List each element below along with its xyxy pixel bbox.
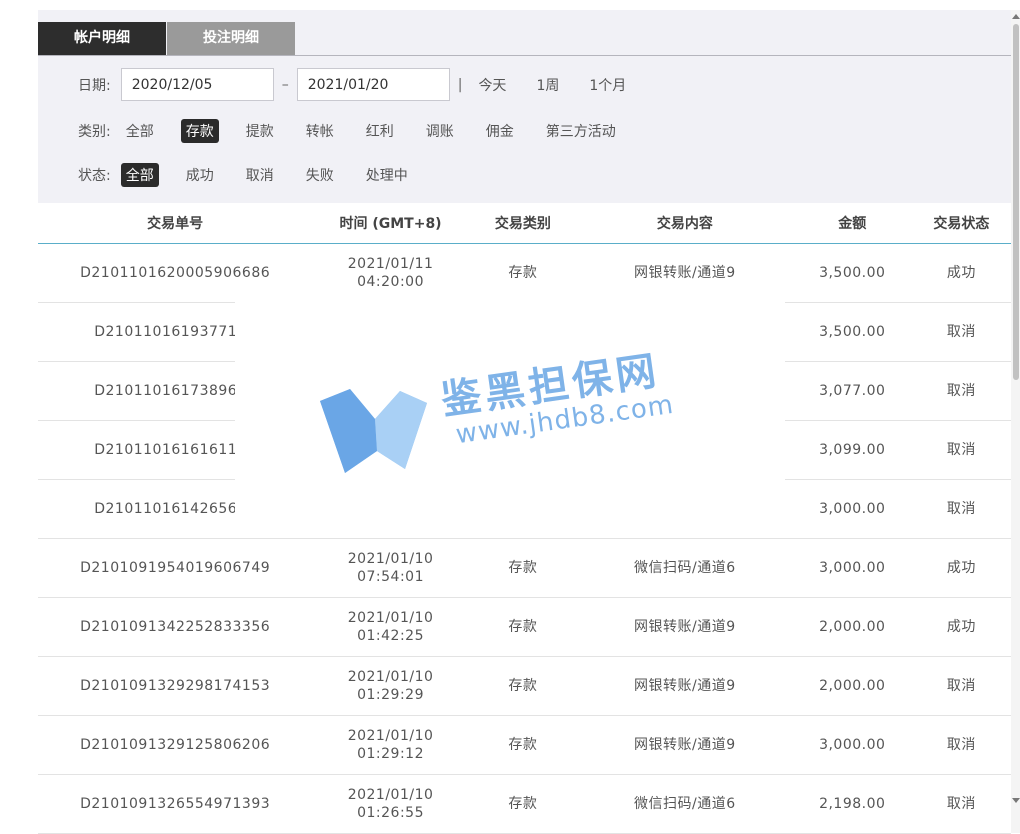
tx-status-cell: 成功 <box>911 597 1011 657</box>
table-row: D2101091342252833356 2021/01/10 01:42:25 … <box>38 597 1011 657</box>
table-row: D2101091329298174153 2021/01/10 01:29:29 … <box>38 656 1011 716</box>
tx-status-cell: 成功 <box>911 243 1011 303</box>
watermark-overlay: 鉴黑担保网 www.jhdb8.com <box>235 297 785 525</box>
scroll-up-arrow-icon[interactable] <box>1012 14 1020 19</box>
tx-status-cell: 取消 <box>911 302 1011 362</box>
tx-id-cell: D2101091954019606749 <box>38 538 313 598</box>
category-bonus[interactable]: 红利 <box>361 119 399 143</box>
tx-amount-cell: 2,000.00 <box>792 597 912 657</box>
tx-time-cell: 2021/01/10 01:29:29 <box>312 656 469 716</box>
table-row: D2101091954019606749 2021/01/10 07:54:01 … <box>38 538 1011 598</box>
tx-content-cell: 网银转账/通道9 <box>576 656 793 716</box>
tx-type-cell: 存款 <box>468 774 577 834</box>
category-adjust[interactable]: 调账 <box>421 119 459 143</box>
tx-amount-cell: 2,000.00 <box>792 656 912 716</box>
tx-amount-cell: 3,500.00 <box>792 243 912 303</box>
tab-bar: 帐户明细 投注明细 <box>38 22 295 55</box>
tx-type-cell: 存款 <box>468 656 577 716</box>
quick-range-month[interactable]: 1个月 <box>589 75 626 95</box>
tx-type-cell: 存款 <box>468 538 577 598</box>
filter-panel: 帐户明细 投注明细 日期: – | 今天 1周 1个月 类别: 全部 存款 提款… <box>38 10 1011 203</box>
tx-id-cell: D2101091326554971393 <box>38 774 313 834</box>
status-cancelled[interactable]: 取消 <box>241 163 279 187</box>
status-all[interactable]: 全部 <box>120 163 159 187</box>
category-filter-row: 类别: 全部 存款 提款 转帐 红利 调账 佣金 第三方活动 <box>78 119 643 143</box>
status-processing[interactable]: 处理中 <box>361 163 413 187</box>
header-time: 时间 (GMT+8) <box>312 203 469 244</box>
category-transfer[interactable]: 转帐 <box>301 119 339 143</box>
tx-type-cell: 存款 <box>468 597 577 657</box>
quick-range-separator: | <box>457 76 463 93</box>
tx-type-cell: 存款 <box>468 243 577 303</box>
date-filter-row: 日期: – | 今天 1周 1个月 <box>78 68 656 101</box>
tab-divider <box>38 55 1011 56</box>
category-withdraw[interactable]: 提款 <box>241 119 279 143</box>
scroll-down-arrow-icon[interactable] <box>1012 798 1020 803</box>
tx-id-cell: D2101101620005906686 <box>38 243 313 303</box>
tab-account-details[interactable]: 帐户明细 <box>38 22 166 55</box>
tx-status-cell: 取消 <box>911 420 1011 480</box>
tx-time-cell: 2021/01/11 04:20:00 <box>312 243 469 303</box>
category-deposit[interactable]: 存款 <box>180 119 219 143</box>
header-tx-type: 交易类别 <box>468 203 577 244</box>
tx-amount-cell: 3,000.00 <box>792 538 912 598</box>
quick-range-week[interactable]: 1周 <box>536 75 559 95</box>
watermark-logo-icon <box>320 389 427 473</box>
tx-amount-cell: 3,099.00 <box>792 420 912 480</box>
tx-id-cell: D2101091329125806206 <box>38 715 313 775</box>
date-range-dash: – <box>281 76 289 93</box>
tx-status-cell: 成功 <box>911 538 1011 598</box>
date-label: 日期: <box>78 77 111 94</box>
header-tx-status: 交易状态 <box>911 203 1011 244</box>
table-row: D2101091326554971393 2021/01/10 01:26:55 … <box>38 774 1011 834</box>
tx-time-cell: 2021/01/10 01:26:55 <box>312 774 469 834</box>
status-success[interactable]: 成功 <box>181 163 219 187</box>
tx-status-cell: 取消 <box>911 361 1011 421</box>
tx-amount-cell: 3,000.00 <box>792 715 912 775</box>
tx-id-cell: D2101091342252833356 <box>38 597 313 657</box>
tx-status-cell: 取消 <box>911 774 1011 834</box>
scrollbar-thumb[interactable] <box>1013 24 1019 380</box>
header-amount: 金额 <box>792 203 912 244</box>
category-label: 类别: <box>78 124 111 140</box>
category-third-party[interactable]: 第三方活动 <box>541 119 621 143</box>
header-tx-content: 交易内容 <box>576 203 793 244</box>
category-commission[interactable]: 佣金 <box>481 119 519 143</box>
tx-content-cell: 微信扫码/通道6 <box>576 538 793 598</box>
status-failed[interactable]: 失败 <box>301 163 339 187</box>
status-filter-row: 状态: 全部 成功 取消 失败 处理中 <box>78 163 435 187</box>
tx-amount-cell: 3,077.00 <box>792 361 912 421</box>
tx-amount-cell: 3,500.00 <box>792 302 912 362</box>
tx-content-cell: 微信扫码/通道6 <box>576 774 793 834</box>
table-header-row: 交易单号 时间 (GMT+8) 交易类别 交易内容 金额 交易状态 <box>38 203 1011 244</box>
table-row: D2101091329125806206 2021/01/10 01:29:12 … <box>38 715 1011 775</box>
quick-range-today[interactable]: 今天 <box>478 75 506 95</box>
tx-content-cell: 网银转账/通道9 <box>576 243 793 303</box>
header-tx-id: 交易单号 <box>38 203 313 244</box>
tx-time-cell: 2021/01/10 01:29:12 <box>312 715 469 775</box>
tx-status-cell: 取消 <box>911 479 1011 539</box>
tx-content-cell: 网银转账/通道9 <box>576 715 793 775</box>
tx-status-cell: 取消 <box>911 656 1011 716</box>
tx-time-cell: 2021/01/10 01:42:25 <box>312 597 469 657</box>
tx-content-cell: 网银转账/通道9 <box>576 597 793 657</box>
tx-time-cell: 2021/01/10 07:54:01 <box>312 538 469 598</box>
table-row: D2101101620005906686 2021/01/11 04:20:00 … <box>38 243 1011 303</box>
status-label: 状态: <box>78 168 111 184</box>
tx-amount-cell: 3,000.00 <box>792 479 912 539</box>
tx-type-cell: 存款 <box>468 715 577 775</box>
date-from-input[interactable] <box>120 68 274 101</box>
category-all[interactable]: 全部 <box>121 119 159 143</box>
tx-amount-cell: 2,198.00 <box>792 774 912 834</box>
tx-status-cell: 取消 <box>911 715 1011 775</box>
tx-id-cell: D2101091329298174153 <box>38 656 313 716</box>
tab-bet-details[interactable]: 投注明细 <box>167 22 295 55</box>
date-to-input[interactable] <box>296 68 450 101</box>
